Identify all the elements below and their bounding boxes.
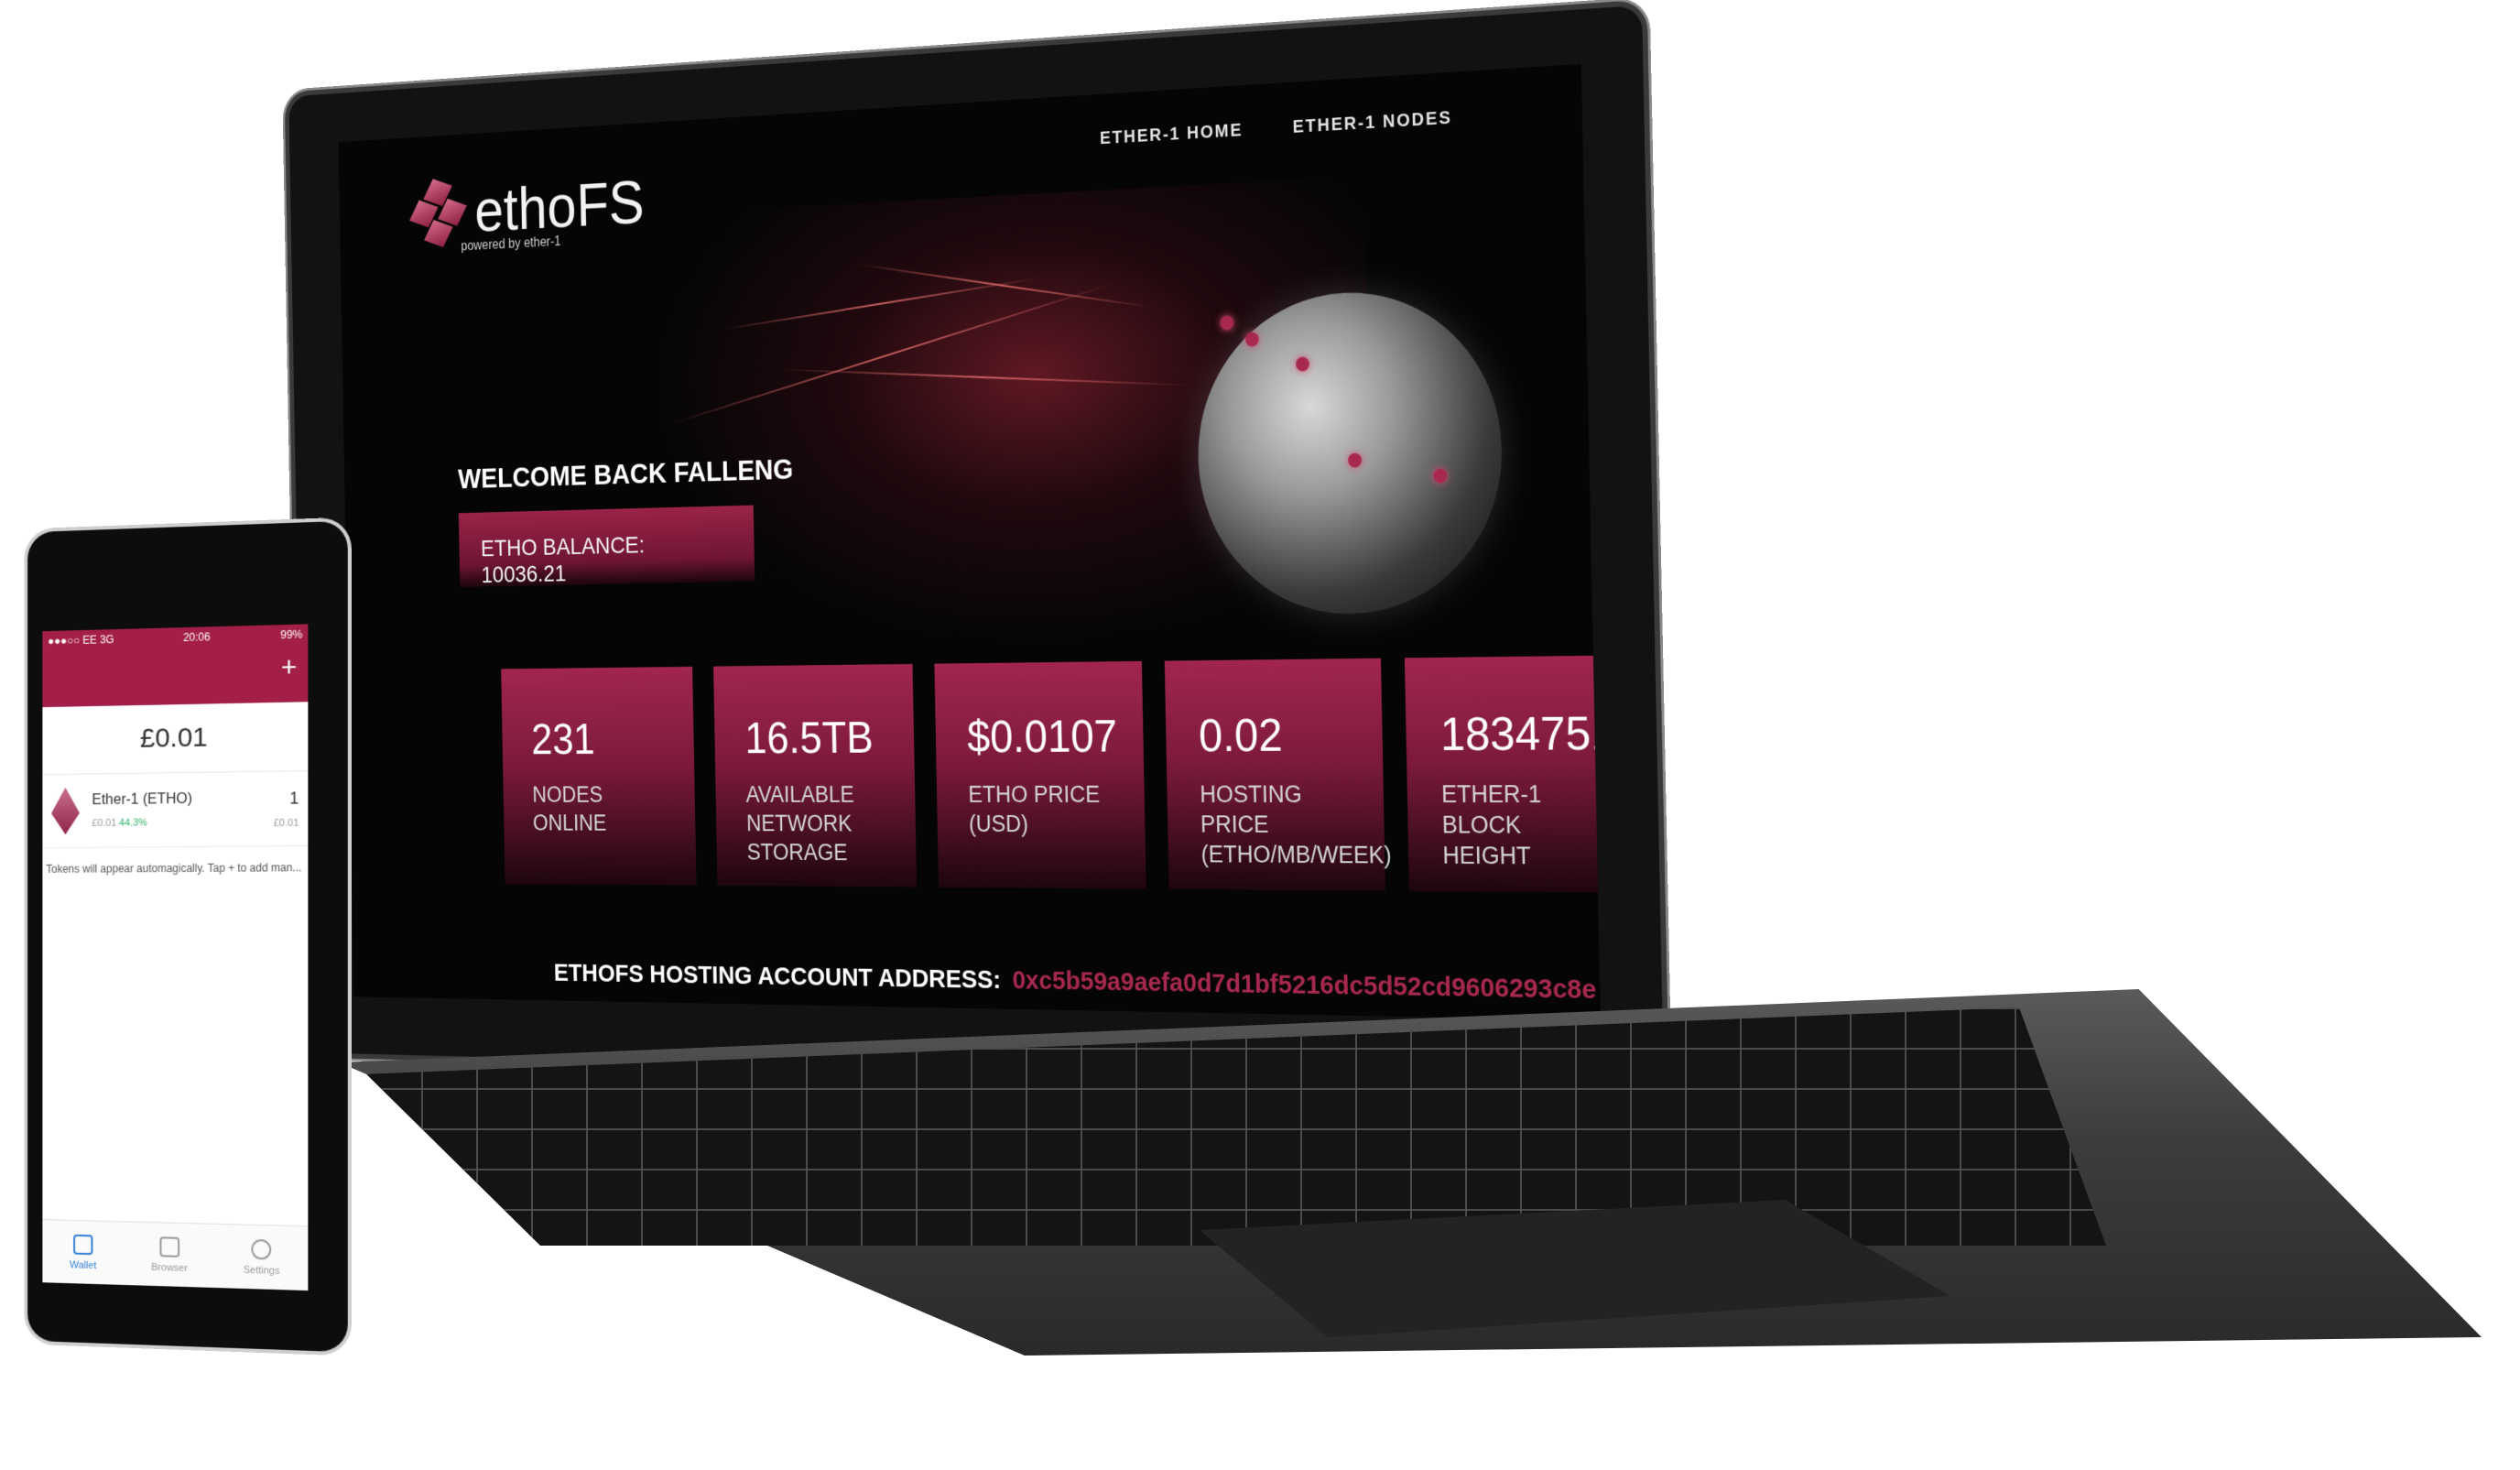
stat-card-block-height: 1834751 ETHER-1 BLOCK HEIGHT [1404,655,1601,893]
stat-card-hosting-price: 0.02 HOSTING PRICE (ETHO/MB/WEEK) [1164,658,1392,891]
add-token-button[interactable]: + [281,652,298,684]
cubes-logo-icon [409,179,468,256]
battery-text: 99% [280,627,303,642]
nav-ether1-nodes[interactable]: ETHER-1 NODES [1292,108,1451,138]
nav-ether1-home[interactable]: ETHER-1 HOME [1100,121,1244,149]
tokens-hint: Tokens will appear automagically. Tap + … [46,861,302,876]
tab-browser[interactable]: Browser [151,1236,188,1274]
ether1-token-icon [51,788,80,835]
stat-card-nodes: 231 NODES ONLINE [501,666,697,886]
tab-label: Browser [151,1261,188,1274]
token-row[interactable]: Ether-1 (ETHO) £0.01 44.3% 1 £0.01 [42,771,309,849]
phone-frame: ●●●○○ EE 3G 20:06 99% + £0.01 Ether-1 (E… [27,520,348,1353]
tab-label: Wallet [70,1258,97,1271]
address-label: ETHOFS HOSTING ACCOUNT ADDRESS: [553,959,1002,995]
node-marker [1296,356,1309,372]
tab-settings[interactable]: Settings [243,1238,280,1277]
stat-label: NODES ONLINE [532,781,607,836]
address-value[interactable]: 0xc5b59a9aefa0d7d1bf5216dc5d52cd9606293c… [1012,966,1597,1005]
stats-cards: 231 NODES ONLINE 16.5TB AVAILABLE NETWOR… [501,655,1601,893]
browser-icon [159,1236,179,1258]
tab-label: Settings [243,1264,280,1277]
node-marker [1348,452,1363,468]
token-name: Ether-1 (ETHO) [92,790,192,809]
node-marker [1244,332,1259,347]
stat-value: 0.02 [1198,710,1284,762]
hosting-address: ETHOFS HOSTING ACCOUNT ADDRESS: 0xc5b59a… [554,959,1597,1006]
stat-label: ETHO PRICE (USD) [968,780,1101,837]
tab-wallet[interactable]: Wallet [70,1234,97,1271]
laptop-frame: ETHER-1 HOME ETHER-1 NODES ethoFS powere… [288,5,1665,1086]
phone-screen: ●●●○○ EE 3G 20:06 99% + £0.01 Ether-1 (E… [42,624,309,1291]
etho-balance-box: ETHO BALANCE: 10036.21 [458,505,755,588]
token-subline: £0.01 44.3% [92,816,273,829]
token-qty: 1 [289,788,299,808]
etho-balance-text: ETHO BALANCE: 10036.21 [480,531,646,588]
time-text: 20:06 [182,630,211,645]
wallet-balance: £0.01 [42,702,309,776]
tab-bar: Wallet Browser Settings [42,1219,309,1291]
stat-label: ETHER-1 BLOCK HEIGHT [1440,780,1542,870]
stat-value: 16.5TB [744,713,874,764]
stat-label: AVAILABLE NETWORK STORAGE [745,781,855,866]
token-price: £0.01 [92,817,117,829]
gear-icon [251,1238,272,1260]
token-amounts: 1 £0.01 [274,789,299,829]
logo-text: ethoFS [473,169,646,245]
stat-card-storage: 16.5TB AVAILABLE NETWORK STORAGE [713,663,918,887]
top-nav: ETHER-1 HOME ETHER-1 NODES [1100,108,1452,149]
wallet-header: + [42,644,309,708]
stat-value: $0.0107 [966,711,1118,763]
wallet-icon [72,1234,93,1255]
stat-card-price: $0.0107 ETHO PRICE (USD) [934,660,1146,889]
token-info: Ether-1 (ETHO) £0.01 44.3% [92,790,273,829]
stat-value: 1834751 [1439,707,1601,761]
laptop-screen: ETHER-1 HOME ETHER-1 NODES ethoFS powere… [338,63,1601,1021]
token-change: 44.3% [119,817,147,829]
node-marker [1433,468,1448,484]
token-fiat: £0.01 [273,817,299,829]
stat-value: 231 [530,715,596,765]
carrier-text: ●●●○○ EE 3G [48,633,114,648]
stat-label: HOSTING PRICE (ETHO/MB/WEEK) [1200,780,1392,869]
